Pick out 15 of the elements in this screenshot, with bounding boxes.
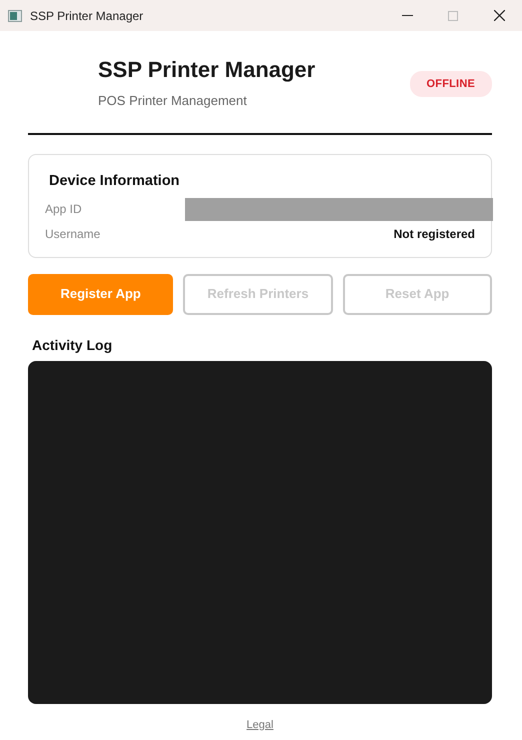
field-label: Username	[45, 226, 102, 244]
register-button[interactable]: Register App	[28, 274, 174, 315]
status-badge: OFFLINE	[410, 70, 492, 98]
app-title: SSP Printer Manager	[98, 57, 316, 84]
window-title: SSP Printer Manager	[30, 8, 144, 24]
app-subtitle: POS Printer Management	[98, 92, 248, 110]
close-icon	[494, 10, 504, 21]
minimize-icon	[402, 15, 412, 16]
legal-link[interactable]: Legal	[246, 718, 274, 731]
app-icon	[8, 10, 22, 22]
field-value: Not registered	[394, 226, 476, 244]
section-title: Activity Log	[32, 336, 114, 355]
maximize-icon	[448, 10, 458, 20]
field-label: App ID	[45, 201, 83, 218]
card-title: Device Information	[49, 172, 181, 191]
